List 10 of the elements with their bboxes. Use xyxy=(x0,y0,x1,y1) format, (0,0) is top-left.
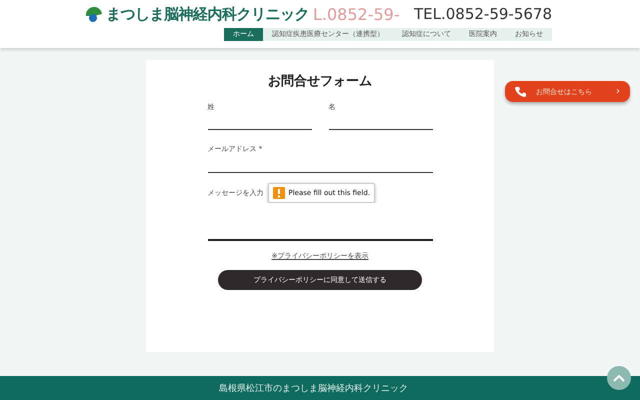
warning-icon xyxy=(272,187,284,199)
logo-icon xyxy=(84,4,104,24)
phone-icon xyxy=(515,86,526,97)
chevron-up-icon xyxy=(613,374,625,382)
clinic-name[interactable]: まつしま脳神経内科クリニック xyxy=(106,4,309,24)
ghost-text: L.0852-59- xyxy=(313,4,400,24)
scroll-top-button[interactable] xyxy=(607,366,631,390)
footer-text: 島根県松江市のまつしま脳神経内科クリニック xyxy=(219,382,408,394)
phone-number: TEL.0852-59-5678 xyxy=(414,5,552,23)
form-title: お問合せフォーム xyxy=(268,73,372,90)
